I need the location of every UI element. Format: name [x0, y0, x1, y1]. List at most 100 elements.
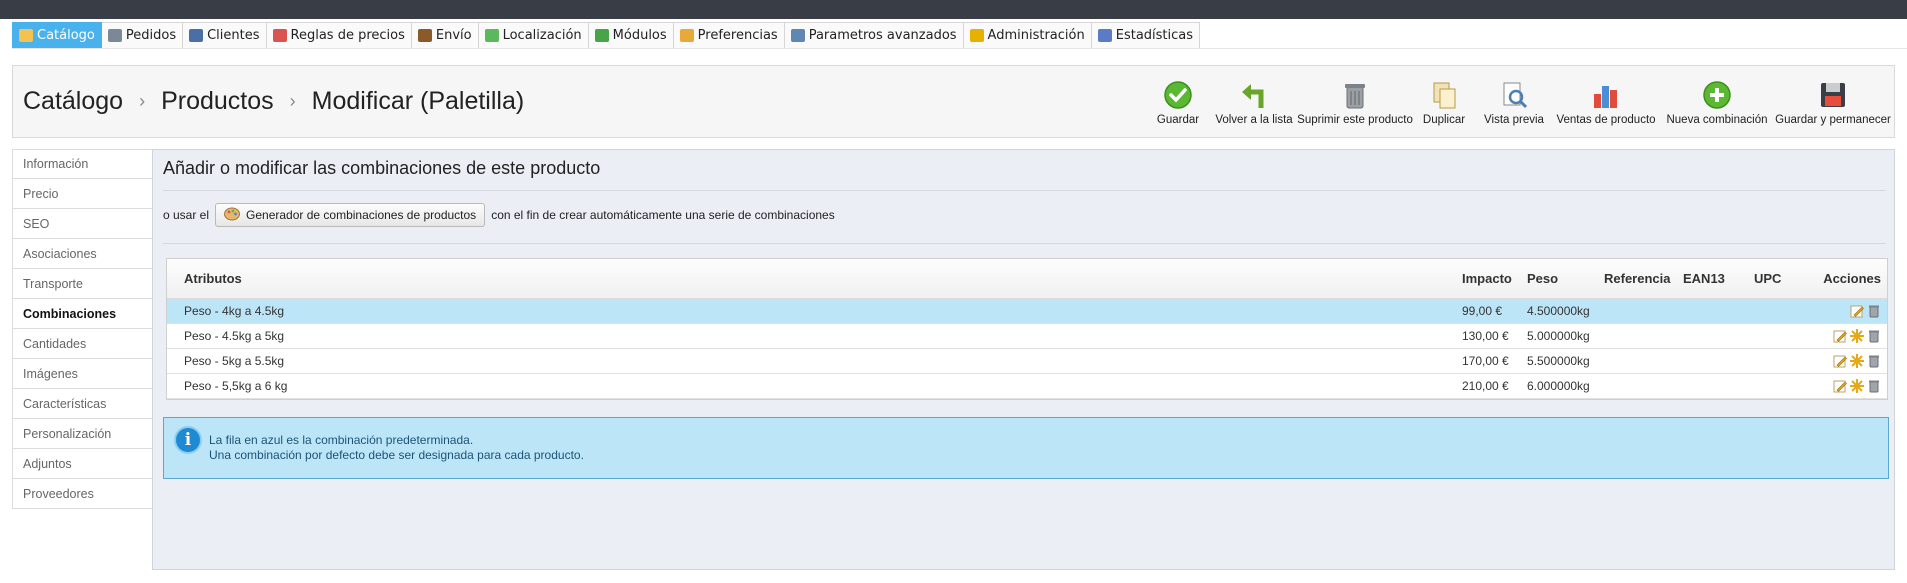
trash-icon	[1339, 80, 1371, 110]
table-row[interactable]: Peso - 4kg a 4.5kg 99,00 € 4.500000kg	[167, 299, 1887, 324]
generator-suffix: con el fin de crear automáticamente una …	[491, 208, 835, 222]
menu-item-label: Parametros avanzados	[808, 28, 957, 43]
menu-item-0[interactable]: Catálogo	[12, 22, 102, 49]
menu-item-label: Estadísticas	[1115, 28, 1194, 43]
generator-prefix: o usar el	[163, 208, 210, 222]
product-tabs: Información Precio SEO Asociaciones Transpor…	[12, 149, 153, 509]
tab-item-4[interactable]: Transporte	[12, 269, 153, 299]
menu-item-3[interactable]: Reglas de precios	[266, 22, 412, 49]
page-title: Modificar (Paletilla)	[311, 87, 525, 115]
edit-icon[interactable]	[1833, 379, 1847, 393]
menu-item-9[interactable]: Administración	[963, 22, 1092, 49]
edit-icon[interactable]	[1833, 329, 1847, 343]
tab-item-10[interactable]: Adjuntos	[12, 449, 153, 479]
combination-generator-button[interactable]: Generador de combinaciones de productos	[215, 203, 486, 227]
tab-item-5[interactable]: Combinaciones	[12, 299, 153, 329]
delete-icon[interactable]	[1867, 329, 1881, 343]
page-header: Catálogo › Productos › Modificar (Paleti…	[12, 65, 1895, 138]
menu-item-2[interactable]: Clientes	[183, 22, 267, 49]
folder-icon	[19, 29, 33, 42]
product-sales-button[interactable]: Ventas de producto	[1550, 66, 1662, 139]
cell-atributos: Peso - 5,5kg a 6 kg	[184, 379, 288, 393]
header-ean13[interactable]: EAN13	[1683, 259, 1725, 298]
menu-item-7[interactable]: Preferencias	[673, 22, 785, 49]
save-check-icon	[1162, 80, 1194, 110]
new-combination-button[interactable]: Nueva combinación	[1662, 66, 1772, 139]
info-line-2: Una combinación por defecto debe ser des…	[209, 448, 584, 462]
info-line-1: La fila en azul es la combinación predet…	[209, 433, 474, 447]
menu-item-10[interactable]: Estadísticas	[1091, 22, 1201, 49]
table-row[interactable]: Peso - 5,5kg a 6 kg 210,00 € 6.000000kg	[167, 374, 1887, 399]
menu-item-6[interactable]: Módulos	[588, 22, 674, 49]
menu-item-4[interactable]: Envío	[411, 22, 479, 49]
table-header: Atributos Impacto Peso Referencia EAN13 …	[167, 259, 1887, 299]
duplicate-icon	[1428, 80, 1460, 110]
user-icon	[189, 29, 204, 42]
sales-chart-icon	[1590, 80, 1622, 110]
tab-item-6[interactable]: Cantidades	[12, 329, 153, 359]
table-row[interactable]: Peso - 5kg a 5.5kg 170,00 € 5.500000kg	[167, 349, 1887, 374]
delete-icon[interactable]	[1867, 354, 1881, 368]
key-icon	[969, 29, 984, 42]
delete-icon[interactable]	[1867, 379, 1881, 393]
header-peso[interactable]: Peso	[1527, 259, 1558, 298]
tab-item-8[interactable]: Características	[12, 389, 153, 419]
menu-item-label: Módulos	[612, 28, 667, 43]
back-arrow-icon	[1238, 80, 1270, 110]
preferences-icon	[679, 29, 694, 42]
floppy-icon	[1817, 80, 1849, 110]
section-title: Añadir o modificar las combinaciones de …	[163, 158, 601, 178]
header-atributos[interactable]: Atributos	[184, 259, 242, 298]
cell-impacto: 99,00 €	[1462, 304, 1503, 318]
set-default-icon[interactable]	[1850, 329, 1864, 343]
menu-item-1[interactable]: Pedidos	[101, 22, 184, 49]
breadcrumb-products[interactable]: Productos	[161, 87, 274, 116]
cell-atributos: Peso - 4.5kg a 5kg	[184, 329, 285, 343]
stats-icon	[1097, 29, 1112, 42]
globe-icon	[484, 29, 499, 42]
header-impacto[interactable]: Impacto	[1462, 259, 1512, 298]
menu-item-5[interactable]: Localización	[478, 22, 589, 49]
menu-item-8[interactable]: Parametros avanzados	[784, 22, 964, 49]
header-upc[interactable]: UPC	[1754, 259, 1781, 298]
puzzle-icon	[594, 29, 609, 42]
edit-icon[interactable]	[1833, 354, 1847, 368]
delete-product-button[interactable]: Suprimir este producto	[1297, 66, 1413, 139]
palette-icon	[224, 207, 241, 224]
info-alert: i La fila en azul es la combinación pred…	[163, 417, 1889, 479]
edit-icon[interactable]	[1850, 304, 1864, 318]
duplicate-button[interactable]: Duplicar	[1410, 66, 1478, 139]
save-and-stay-button[interactable]: Guardar y permanecer	[1772, 66, 1894, 139]
tab-item-3[interactable]: Asociaciones	[12, 239, 153, 269]
preview-button[interactable]: Vista previa	[1478, 66, 1550, 139]
tab-item-9[interactable]: Personalización	[12, 419, 153, 449]
set-default-icon[interactable]	[1850, 354, 1864, 368]
cell-atributos: Peso - 5kg a 5.5kg	[184, 354, 285, 368]
row-actions	[1833, 324, 1881, 348]
tab-item-7[interactable]: Imágenes	[12, 359, 153, 389]
table-row[interactable]: Peso - 4.5kg a 5kg 130,00 € 5.000000kg	[167, 324, 1887, 349]
header-acciones: Acciones	[1823, 271, 1881, 286]
breadcrumb-catalog[interactable]: Catálogo	[23, 87, 123, 116]
wrench-icon	[790, 29, 805, 42]
row-actions	[1833, 349, 1881, 373]
header-referencia[interactable]: Referencia	[1604, 259, 1670, 298]
add-icon	[1701, 80, 1733, 110]
cell-impacto: 170,00 €	[1462, 354, 1509, 368]
set-default-icon[interactable]	[1850, 379, 1864, 393]
menu-item-label: Administración	[987, 28, 1085, 43]
divider	[163, 190, 1886, 191]
save-button[interactable]: Guardar	[1148, 66, 1208, 139]
back-to-list-button[interactable]: Volver a la lista	[1208, 66, 1300, 139]
cell-impacto: 210,00 €	[1462, 379, 1509, 393]
cell-peso: 4.500000kg	[1527, 304, 1590, 318]
delete-icon[interactable]	[1867, 304, 1881, 318]
tab-item-11[interactable]: Proveedores	[12, 479, 153, 509]
tab-item-0[interactable]: Información	[12, 149, 153, 179]
toolbar: Guardar Volver a la lista Suprimir este …	[1148, 66, 1894, 139]
tab-item-2[interactable]: SEO	[12, 209, 153, 239]
tab-item-1[interactable]: Precio	[12, 179, 153, 209]
truck-icon	[417, 29, 432, 42]
cell-peso: 5.000000kg	[1527, 329, 1590, 343]
menu-item-label: Catálogo	[37, 28, 95, 43]
